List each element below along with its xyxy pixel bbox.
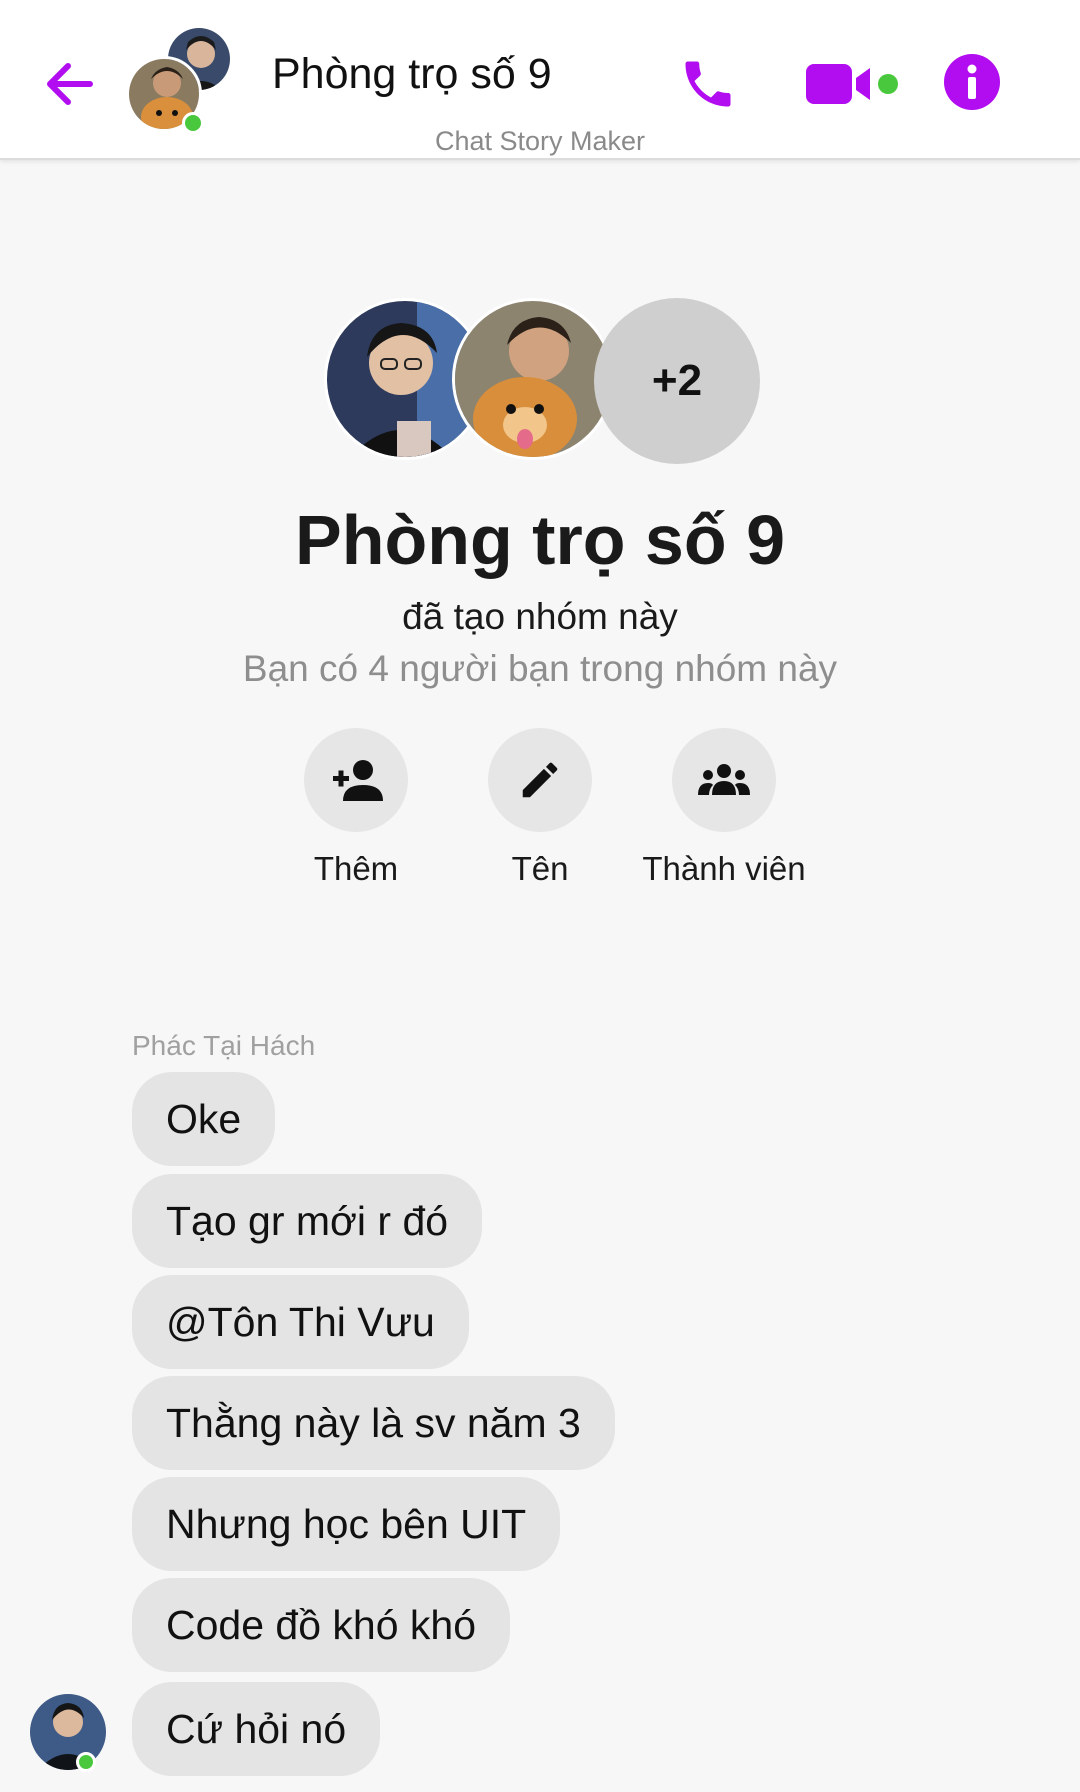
voice-call-button[interactable] [676, 52, 740, 116]
add-member-circle [304, 728, 408, 832]
phone-icon [685, 61, 731, 107]
members-button[interactable]: Thành viên [624, 728, 824, 888]
back-arrow-icon [47, 63, 93, 105]
action-label: Thành viên [642, 850, 806, 887]
group-name: Phòng trọ số 9 [295, 501, 785, 579]
watermark-text: Chat Story Maker [434, 126, 646, 156]
members-circle [672, 728, 776, 832]
video-call-button[interactable] [804, 56, 902, 112]
add-member-button[interactable]: Thêm [256, 728, 456, 888]
rename-button[interactable]: Tên [440, 728, 640, 888]
message-bubble[interactable]: Tạo gr mới r đó [132, 1174, 483, 1268]
message-bubble[interactable]: Oke [132, 1072, 276, 1166]
message-bubble[interactable]: @Tôn Thi Vưu [132, 1275, 469, 1369]
sender-name: Phác Tại Hách [132, 1030, 316, 1061]
more-members-count: +2 [594, 298, 760, 464]
group-members-avatars: +2 [324, 298, 764, 464]
message-bubble[interactable]: Nhưng học bên UIT [132, 1477, 561, 1571]
action-label: Tên [511, 850, 569, 887]
online-status-dot [182, 112, 204, 134]
message-bubble[interactable]: Cứ hỏi nó [132, 1682, 381, 1776]
video-camera-icon [806, 64, 898, 104]
avatar [452, 298, 614, 460]
message-bubble[interactable]: Code đồ khó khó [132, 1578, 511, 1672]
back-button[interactable] [40, 58, 98, 110]
info-icon [944, 54, 1000, 110]
rename-circle [488, 728, 592, 832]
message-bubble[interactable]: Thằng này là sv năm 3 [132, 1376, 615, 1470]
action-label: Thêm [313, 850, 399, 887]
info-button[interactable] [942, 52, 1002, 112]
group-avatar-stack[interactable] [126, 26, 246, 136]
members-icon [698, 764, 750, 795]
created-group-text: đã tạo nhóm này [402, 596, 678, 637]
chat-header: Phòng trọ số 9 Chat Story Maker [0, 0, 1080, 160]
pencil-icon [522, 762, 558, 798]
add-person-icon [333, 760, 383, 801]
online-status-dot [76, 1752, 96, 1772]
friends-count-text: Bạn có 4 người bạn trong nhóm này [242, 648, 838, 689]
chat-title[interactable]: Phòng trọ số 9 [272, 50, 612, 99]
